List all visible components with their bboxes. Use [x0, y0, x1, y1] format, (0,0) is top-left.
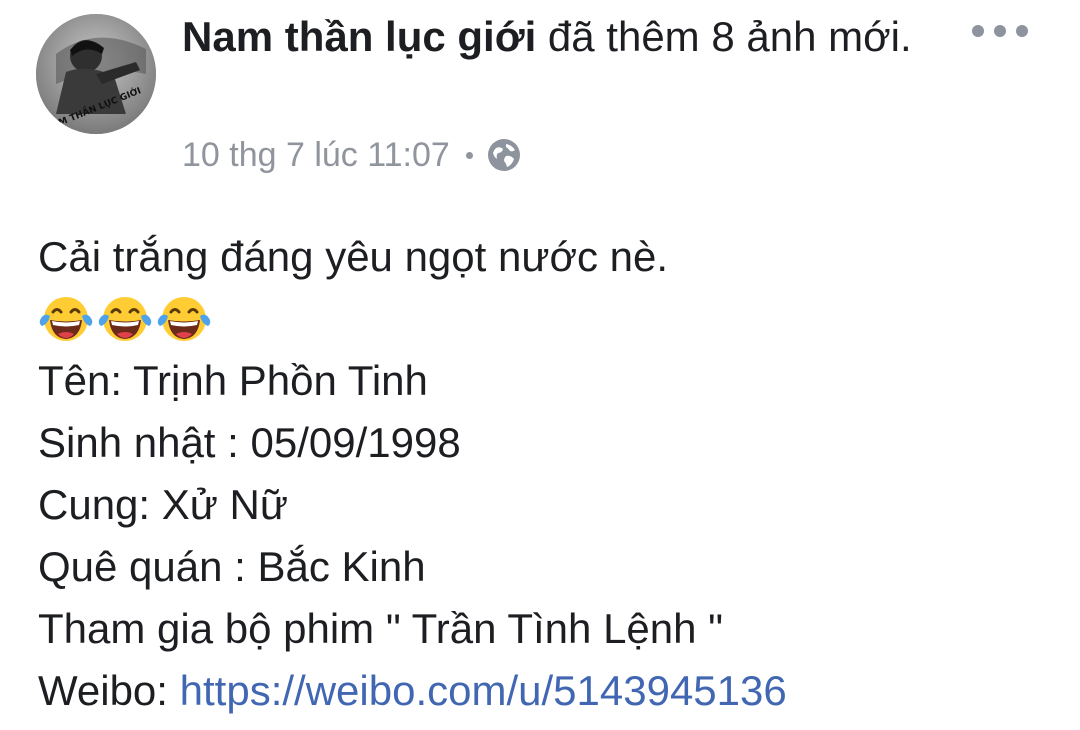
post-header: Nam thần lục giới đã thêm 8 ảnh mới.: [182, 10, 942, 64]
avatar-image: NAM THẦN LỤC GIỚI: [36, 14, 156, 134]
post-line-drama: Tham gia bộ phim " Trần Tình Lệnh ": [38, 605, 724, 652]
post-line-birthday: Sinh nhật : 05/09/1998: [38, 419, 461, 466]
emoji-row: [38, 288, 1058, 350]
post-meta: 10 thg 7 lúc 11:07: [182, 130, 521, 180]
post-body: Cải trắng đáng yêu ngọt nước nè. Tên: Tr…: [38, 226, 1058, 722]
globe-icon[interactable]: [487, 138, 521, 172]
weibo-link[interactable]: https://weibo.com/u/5143945136: [180, 667, 787, 714]
more-horizontal-icon-dot: [994, 25, 1006, 37]
weibo-label: Weibo:: [38, 667, 180, 714]
tears-of-joy-emoji-icon: [98, 297, 152, 341]
post-line-hometown: Quê quán : Bắc Kinh: [38, 543, 426, 590]
separator-dot: [465, 151, 473, 159]
post-line-zodiac: Cung: Xử Nữ: [38, 481, 288, 528]
post-line-weibo: Weibo: https://weibo.com/u/5143945136: [38, 660, 1058, 722]
more-horizontal-icon: [972, 25, 984, 37]
more-options-button[interactable]: [972, 16, 1028, 46]
more-horizontal-icon-dot: [1016, 25, 1028, 37]
tears-of-joy-emoji-icon: [39, 297, 93, 341]
author-avatar[interactable]: NAM THẦN LỤC GIỚI: [36, 14, 156, 134]
post-timestamp[interactable]: 10 thg 7 lúc 11:07: [182, 136, 450, 175]
post-line-intro: Cải trắng đáng yêu ngọt nước nè.: [38, 233, 669, 280]
author-name[interactable]: Nam thần lục giới: [182, 13, 536, 60]
post-line-name: Tên: Trịnh Phồn Tinh: [38, 357, 428, 404]
tears-of-joy-emoji-icon: [157, 297, 211, 341]
post-action-text: đã thêm 8 ảnh mới.: [547, 13, 912, 60]
